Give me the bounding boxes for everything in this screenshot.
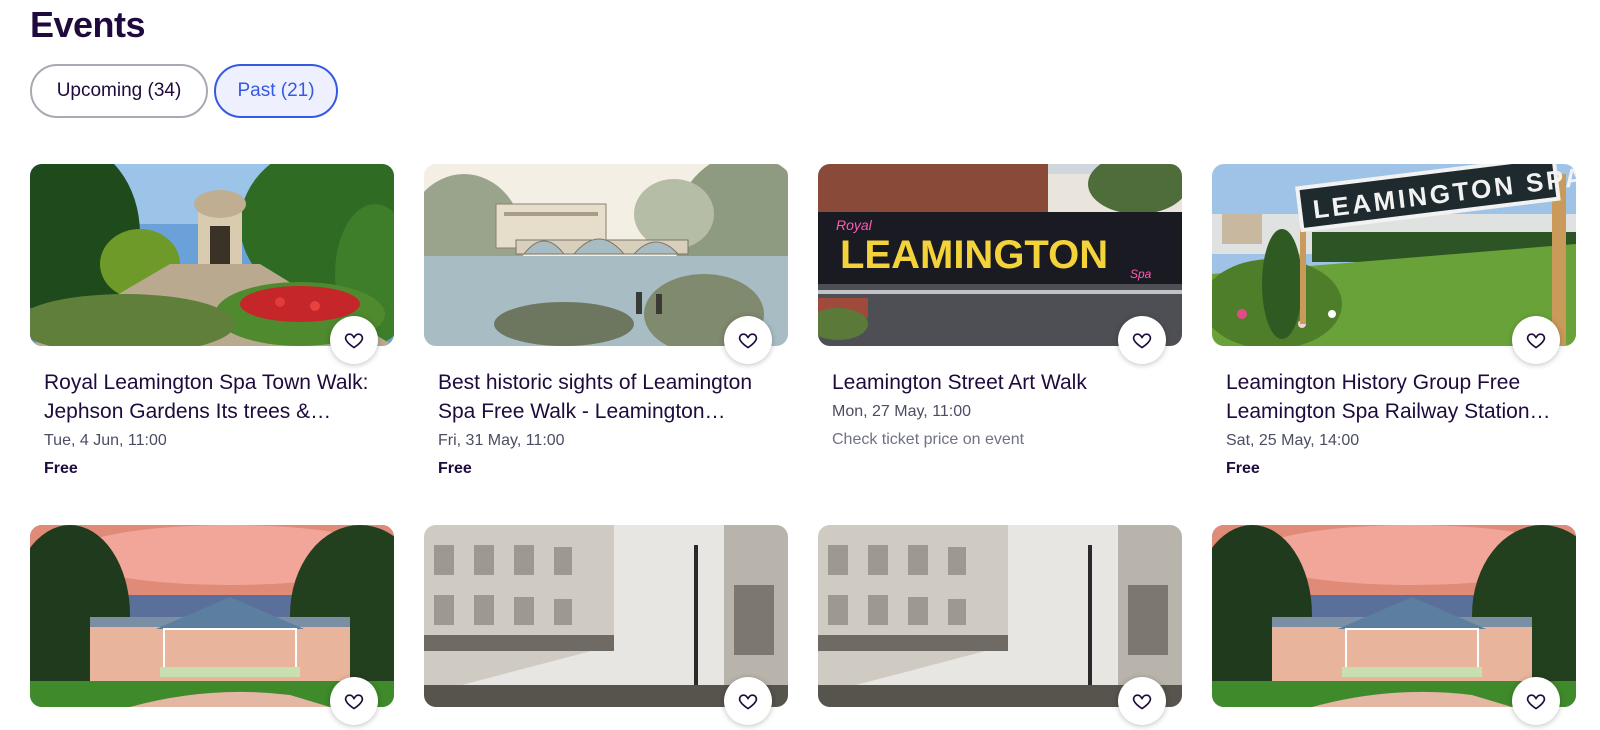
mural-text: LEAMINGTON — [840, 233, 1108, 277]
event-image-historic-street[interactable] — [424, 525, 788, 707]
event-card[interactable]: Royal Leamington Spa Town Walk: Jephson … — [30, 164, 394, 480]
historic-street-image — [424, 525, 788, 707]
event-card[interactable] — [1212, 525, 1576, 725]
mural-small-text: Royal — [836, 217, 873, 233]
event-price: Free — [44, 460, 78, 477]
favorite-button[interactable] — [1512, 316, 1560, 364]
event-tabs: Upcoming (34) Past (21) — [30, 64, 338, 118]
event-price: Free — [438, 460, 472, 477]
favorite-button[interactable] — [1118, 316, 1166, 364]
heart-outline-icon — [738, 333, 758, 349]
heart-outline-icon — [344, 694, 364, 710]
heart-outline-icon — [1132, 333, 1152, 349]
railway-sign-image: LEAMINGTON SPA — [1212, 164, 1576, 346]
event-image-railway[interactable]: LEAMINGTON SPA — [1212, 164, 1576, 346]
event-date: Mon, 27 May, 11:00 — [832, 403, 972, 420]
event-card[interactable] — [424, 525, 788, 725]
garden-temple-image — [30, 164, 394, 346]
heart-outline-icon — [738, 694, 758, 710]
heart-outline-icon — [1526, 333, 1546, 349]
event-card[interactable] — [818, 525, 1182, 725]
event-title[interactable]: Best historic sights of Leamington Spa F… — [438, 368, 774, 426]
favorite-button[interactable] — [724, 316, 772, 364]
favorite-button[interactable] — [330, 677, 378, 725]
mural-small-text: Spa — [1130, 267, 1152, 281]
page-title: Events — [30, 4, 146, 45]
event-card[interactable]: LEAMINGTON SPA Leamington History Group … — [1212, 164, 1576, 480]
event-date: Tue, 4 Jun, 11:00 — [44, 432, 167, 449]
bridge-engraving-image — [424, 164, 788, 346]
event-price: Free — [1226, 460, 1260, 477]
event-date: Sat, 25 May, 14:00 — [1226, 432, 1360, 449]
event-title[interactable]: Leamington Street Art Walk — [832, 368, 1168, 397]
bandstand-sunset-image — [1212, 525, 1576, 707]
event-date: Fri, 31 May, 11:00 — [438, 432, 565, 449]
heart-outline-icon — [1526, 694, 1546, 710]
tab-upcoming[interactable]: Upcoming (34) — [30, 64, 208, 118]
favorite-button[interactable] — [330, 316, 378, 364]
event-title[interactable]: Leamington History Group Free Leamington… — [1226, 368, 1562, 426]
event-card[interactable]: LEAMINGTON Royal Spa Leamington Street A… — [818, 164, 1182, 451]
historic-street-image — [818, 525, 1182, 707]
heart-outline-icon — [344, 333, 364, 349]
event-card[interactable]: Best historic sights of Leamington Spa F… — [424, 164, 788, 480]
favorite-button[interactable] — [1512, 677, 1560, 725]
bandstand-sunset-image — [30, 525, 394, 707]
tab-past[interactable]: Past (21) — [214, 64, 338, 118]
event-image-jephson-gardens[interactable] — [30, 164, 394, 346]
event-image-street-art[interactable]: LEAMINGTON Royal Spa — [818, 164, 1182, 346]
event-price: Check ticket price on event — [832, 431, 1025, 448]
event-title[interactable]: Royal Leamington Spa Town Walk: Jephson … — [44, 368, 380, 426]
event-card[interactable] — [30, 525, 394, 725]
mural-image: LEAMINGTON Royal Spa — [818, 164, 1182, 346]
event-image-bridge[interactable] — [424, 164, 788, 346]
heart-outline-icon — [1132, 694, 1152, 710]
event-image-bandstand[interactable] — [30, 525, 394, 707]
event-image-historic-street[interactable] — [818, 525, 1182, 707]
favorite-button[interactable] — [1118, 677, 1166, 725]
favorite-button[interactable] — [724, 677, 772, 725]
event-image-bandstand[interactable] — [1212, 525, 1576, 707]
